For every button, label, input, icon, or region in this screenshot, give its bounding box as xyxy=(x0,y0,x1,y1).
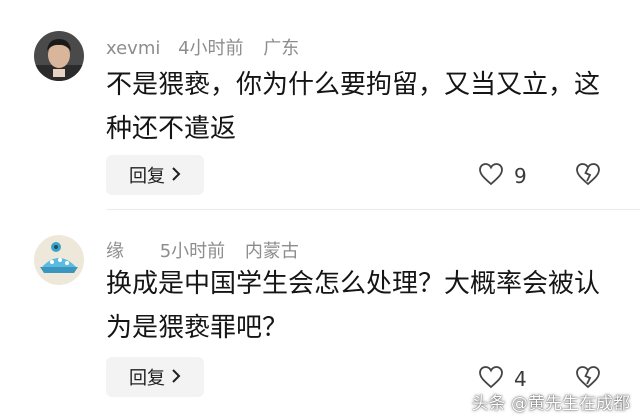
comment-meta: 缘 5小时前 内蒙古 xyxy=(106,237,313,263)
comment-item: xevmi 4小时前 广东 不是猥亵，你为什么要拘留，又当又立，这种还不遣返 回… xyxy=(0,0,640,210)
reply-button[interactable]: 回复 xyxy=(106,357,204,397)
comment-location: 广东 xyxy=(263,38,300,59)
comment-location: 内蒙古 xyxy=(244,241,299,262)
username[interactable]: 缘 xyxy=(106,241,124,262)
dislike-button[interactable] xyxy=(574,162,602,190)
watermark: 头条 @黄先生在成都 xyxy=(471,394,630,414)
comment-time: 4小时前 xyxy=(178,38,244,59)
reply-button[interactable]: 回复 xyxy=(106,155,204,195)
comment-meta: xevmi 4小时前 广东 xyxy=(106,34,313,60)
reply-label: 回复 xyxy=(129,166,165,187)
username[interactable]: xevmi xyxy=(106,38,160,59)
chevron-right-icon xyxy=(171,368,181,387)
avatar[interactable] xyxy=(34,235,84,285)
chevron-right-icon xyxy=(171,166,181,185)
heart-outline-icon xyxy=(478,162,504,190)
like-count: 9 xyxy=(514,164,527,188)
comment-time: 5小时前 xyxy=(159,241,226,262)
like-button[interactable]: 9 xyxy=(478,162,527,190)
broken-heart-icon xyxy=(574,163,602,190)
reply-label: 回复 xyxy=(129,368,165,389)
comment-text: 换成是中国学生会怎么处理？大概率会被认为是猥亵罪吧？ xyxy=(106,269,601,343)
like-count: 4 xyxy=(514,367,527,391)
avatar[interactable] xyxy=(34,31,84,81)
comment-text: 不是猥亵，你为什么要拘留，又当又立，这种还不遣返 xyxy=(106,70,601,144)
